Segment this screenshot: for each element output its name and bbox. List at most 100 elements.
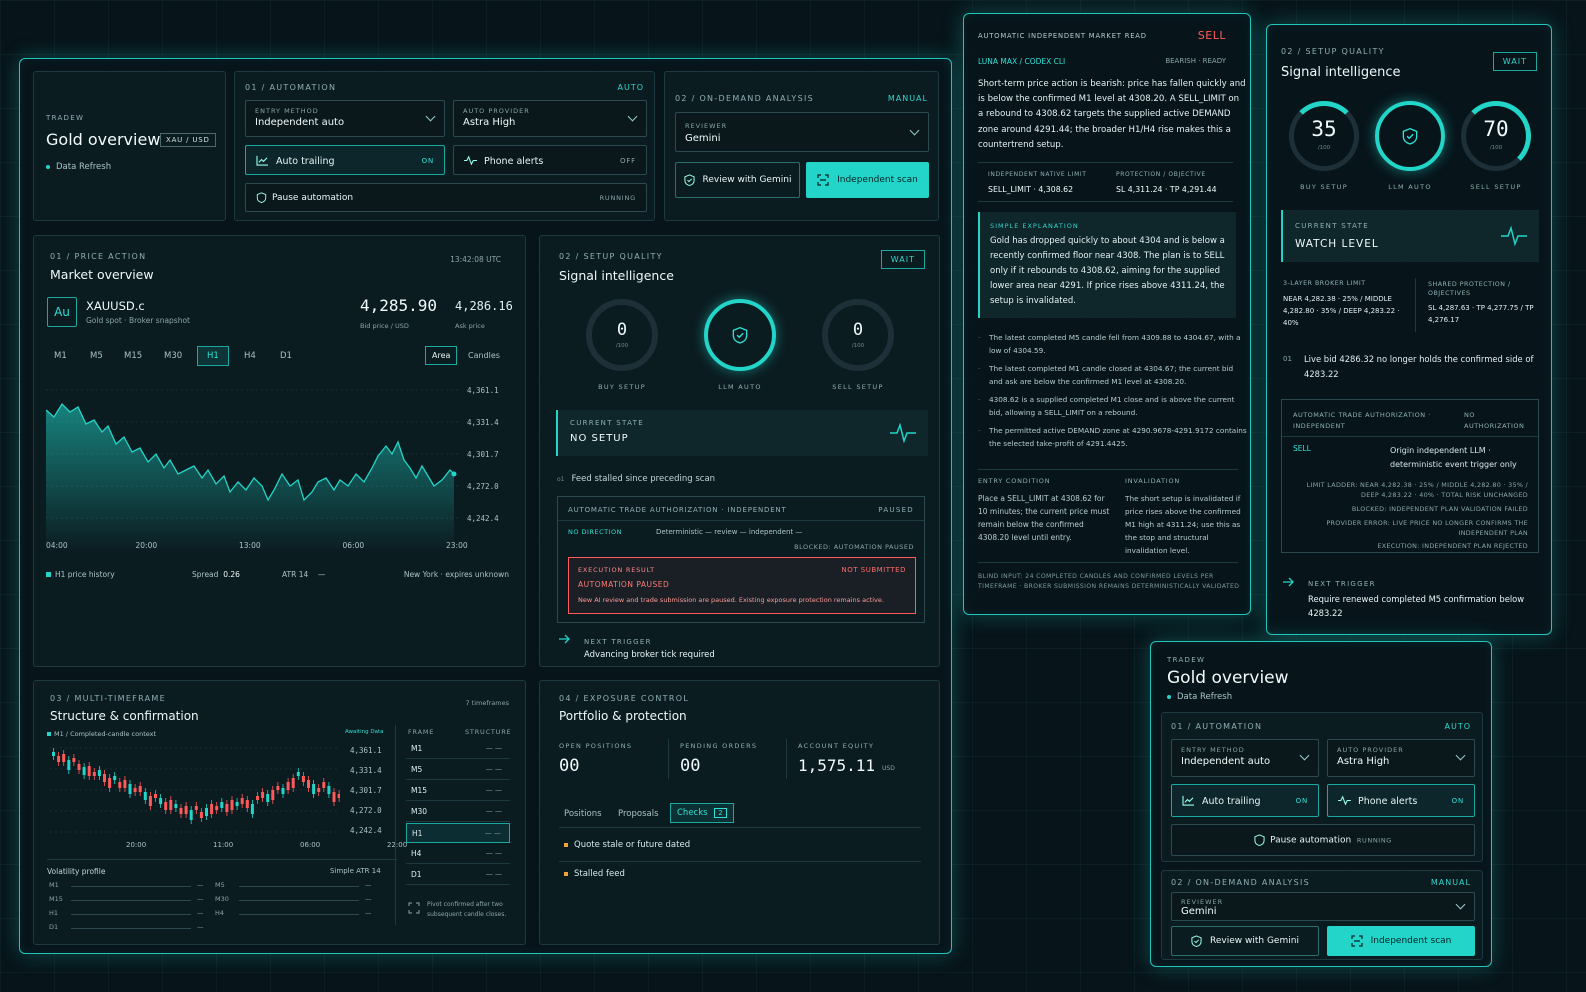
candle-body <box>82 767 86 775</box>
view-candles-button[interactable]: Candles <box>468 351 500 360</box>
arrow-right-icon <box>1283 577 1294 587</box>
volatility-frame: H4 <box>215 909 225 917</box>
execution-result-state: NOT SUBMITTED <box>841 566 906 574</box>
symbol-badge: Au <box>47 297 77 327</box>
shared-protection-value: SL 4,287.63 · TP 4,277.75 / TP 4,276.17 <box>1428 304 1534 324</box>
mini-auto-trailing-toggle[interactable]: Auto trailing ON <box>1171 784 1319 817</box>
auto-trailing-label: Auto trailing <box>276 156 335 167</box>
frame-name: M5 <box>411 765 423 774</box>
mini-phone-alerts-toggle[interactable]: Phone alerts ON <box>1327 784 1475 817</box>
atr-readout: ATR 14 — <box>282 570 325 579</box>
auto-trailing-toggle[interactable]: Auto trailing ON <box>245 145 445 175</box>
volatility-value: — <box>365 895 372 903</box>
candle-body <box>184 806 188 814</box>
candle-body <box>133 788 137 792</box>
frame-column-header: FRAME <box>408 728 435 736</box>
check-item-text: Stalled feed <box>574 869 625 879</box>
candle-body <box>179 808 183 814</box>
bullet-icon: · <box>978 395 981 404</box>
candle-body <box>215 806 219 810</box>
blocked-status: BLOCKED: AUTOMATION PAUSED <box>794 543 914 551</box>
axis-tick-label: 13:00 <box>239 541 261 550</box>
reviewer-select[interactable]: REVIEWER Gemini <box>675 112 929 152</box>
view-area-button[interactable]: Area <box>425 346 458 365</box>
chart-legend: H1 price history <box>46 570 115 579</box>
candle-body <box>210 804 214 814</box>
candle-body <box>312 784 316 794</box>
main-dashboard-frame: TRADEW Gold overview XAU / USD Data Refr… <box>19 58 952 954</box>
mini-auto-provider-select[interactable]: AUTO PROVIDER Astra High <box>1327 739 1475 777</box>
frame-structure-value: — — <box>484 829 501 837</box>
mini-reviewer-value: Gemini <box>1181 906 1217 917</box>
frame-row[interactable]: M1 — — <box>406 739 510 759</box>
read-point-text: 4308.62 is a supplied completed M1 close… <box>989 395 1235 417</box>
independent-scan-button[interactable]: Independent scan <box>806 162 929 198</box>
mini-review-with-gemini-button[interactable]: Review with Gemini <box>1171 926 1319 956</box>
frame-name: D1 <box>411 870 422 879</box>
frame-row[interactable]: H1 — — <box>406 823 510 843</box>
mtf-legend-label: M1 / Completed-candle context <box>54 730 157 738</box>
tab-m15[interactable]: M15 <box>124 351 142 361</box>
volatility-row: D1 — <box>47 923 217 933</box>
tab-proposals[interactable]: Proposals <box>618 809 659 819</box>
analysis-mode: MANUAL <box>887 94 928 103</box>
review-with-gemini-button[interactable]: Review with Gemini <box>675 162 800 198</box>
mini-pause-automation-button[interactable]: Pause automation RUNNING <box>1171 824 1475 856</box>
axis-tick-label: 4,301.7 <box>350 786 382 795</box>
current-state-label: CURRENT STATE <box>570 419 644 427</box>
mini-auto-trailing-state: ON <box>1295 797 1308 805</box>
market-section-label: 01 / PRICE ACTION <box>50 252 147 261</box>
tab-d1[interactable]: D1 <box>280 351 292 361</box>
frame-structure-value: — — <box>485 744 502 752</box>
current-state-panel: CURRENT STATE WATCH LEVEL <box>1281 210 1539 262</box>
tab-m1[interactable]: M1 <box>54 351 67 361</box>
auto-provider-select[interactable]: AUTO PROVIDER Astra High <box>453 100 647 137</box>
axis-tick-label: 4,361.1 <box>350 746 382 755</box>
axis-tick-label: 11:00 <box>213 841 234 849</box>
tab-h1[interactable]: H1 <box>197 346 229 366</box>
entry-method-select[interactable]: ENTRY METHOD Independent auto <box>245 100 445 137</box>
candle-body <box>118 782 122 788</box>
tab-m5[interactable]: M5 <box>90 351 103 361</box>
gold-overview-header: TRADEW Gold overview XAU / USD Data Refr… <box>33 71 226 221</box>
warning-dot-icon <box>564 871 568 876</box>
frame-row[interactable]: M5 — — <box>406 760 510 780</box>
native-limit-label: INDEPENDENT NATIVE LIMIT <box>988 171 1087 178</box>
mini-entry-method-value: Independent auto <box>1181 756 1271 767</box>
candle-body <box>220 802 224 808</box>
tab-checks[interactable]: Checks 2 <box>670 803 734 823</box>
auto-provider-label: AUTO PROVIDER <box>463 107 530 115</box>
candle-body <box>113 776 117 780</box>
llm-auto-label: LLM AUTO <box>1388 183 1432 191</box>
bullet-icon: · <box>978 364 981 373</box>
execution-text: EXECUTION: INDEPENDENT PLAN REJECTED <box>1377 542 1528 550</box>
mini-independent-scan-button[interactable]: Independent scan <box>1327 926 1475 956</box>
frame-name: M1 <box>411 744 423 753</box>
price-area-chart <box>46 389 460 552</box>
frame-structure-value: — — <box>485 765 502 773</box>
chevron-down-icon <box>1455 899 1466 910</box>
portfolio-card: 04 / EXPOSURE CONTROL Portfolio & protec… <box>539 680 940 945</box>
session-status: New York · expires unknown <box>403 570 509 579</box>
on-demand-analysis-card: 02 / ON-DEMAND ANALYSIS MANUAL REVIEWER … <box>664 71 939 221</box>
frame-row[interactable]: M30 — — <box>406 802 510 822</box>
pause-automation-button[interactable]: Pause automation RUNNING <box>245 183 647 212</box>
phone-alerts-toggle[interactable]: Phone alerts OFF <box>453 145 647 175</box>
frame-row[interactable]: D1 — — <box>406 865 510 885</box>
mini-entry-method-select[interactable]: ENTRY METHOD Independent auto <box>1171 739 1319 777</box>
volatility-bar <box>239 914 359 915</box>
mini-reviewer-select[interactable]: REVIEWER Gemini <box>1171 892 1475 921</box>
broker-limit-value: NEAR 4,282.38 · 25% / MIDDLE 4,282.80 · … <box>1283 295 1400 327</box>
tab-h4[interactable]: H4 <box>244 351 256 361</box>
tab-m30[interactable]: M30 <box>164 351 182 361</box>
mini-auto-provider-value: Astra High <box>1337 756 1390 767</box>
frame-row[interactable]: H4 — — <box>406 844 510 864</box>
market-read-title: AUTOMATIC INDEPENDENT MARKET READ <box>978 32 1147 40</box>
buy-setup-scale: /100 <box>1317 145 1331 151</box>
pivot-icon <box>408 902 420 914</box>
mini-refresh-status: Data Refresh <box>1167 692 1232 702</box>
tab-positions[interactable]: Positions <box>564 809 602 819</box>
frame-structure-value: — — <box>485 870 502 878</box>
frame-row[interactable]: M15 — — <box>406 781 510 801</box>
axis-tick-label: 4,361.1 <box>467 386 499 395</box>
